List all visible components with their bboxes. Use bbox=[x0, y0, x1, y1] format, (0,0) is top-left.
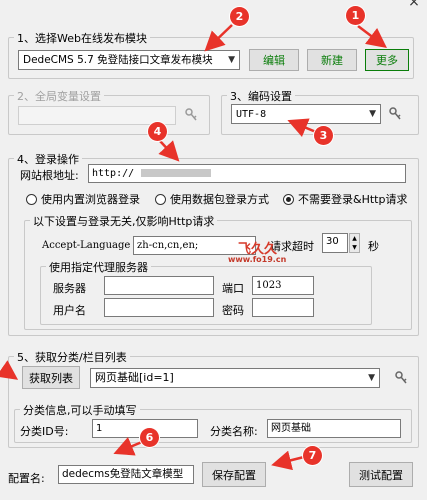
marker-4: 4 bbox=[148, 122, 167, 141]
marker-3: 3 bbox=[314, 126, 333, 145]
arrow-3 bbox=[287, 118, 317, 137]
arrow-4 bbox=[158, 140, 180, 162]
marker-7: 7 bbox=[303, 446, 322, 465]
marker-6: 6 bbox=[140, 428, 159, 447]
arrow-6 bbox=[113, 437, 143, 456]
arrow-1 bbox=[357, 25, 387, 49]
arrow-2 bbox=[204, 24, 233, 52]
arrow-5 bbox=[0, 360, 19, 380]
arrow-7 bbox=[271, 450, 305, 471]
marker-1: 1 bbox=[346, 6, 365, 25]
marker-2: 2 bbox=[230, 7, 249, 26]
annotation-arrows bbox=[0, 24, 387, 471]
